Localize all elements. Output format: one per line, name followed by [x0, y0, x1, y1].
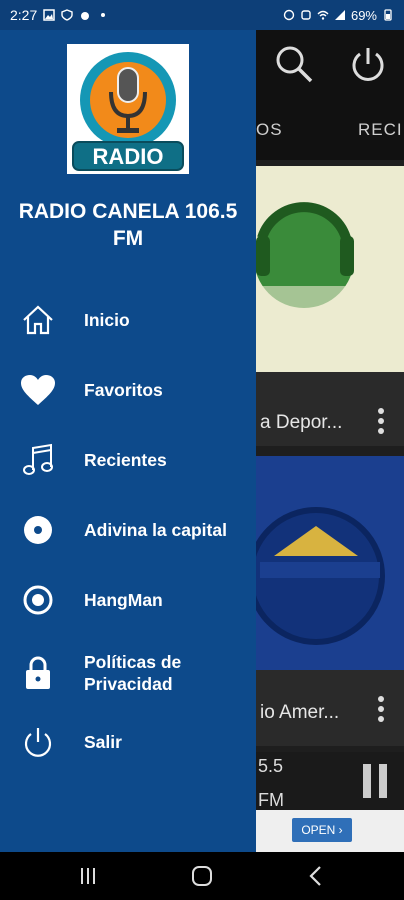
search-icon[interactable]: [274, 44, 314, 84]
bug-icon: [81, 12, 90, 20]
app-logo: RADIO: [67, 44, 189, 174]
station-card[interactable]: io Amer...: [256, 456, 404, 746]
menu-item-adivina-la-capital[interactable]: Adivina la capital: [0, 500, 256, 560]
dot-icon: [101, 13, 106, 17]
station-card[interactable]: a Depor...: [256, 166, 404, 446]
shield-icon: [61, 9, 73, 21]
system-nav-bar: [0, 852, 404, 900]
wifi-icon: [317, 10, 329, 20]
signal-icon: [334, 10, 345, 20]
status-time: 2:27: [10, 7, 38, 23]
menu-item-hangman[interactable]: HangMan: [0, 570, 256, 630]
music-note-icon: [20, 442, 56, 478]
power-icon[interactable]: [348, 44, 388, 84]
menu-label: Adivina la capital: [84, 520, 227, 540]
target-icon: [20, 582, 56, 618]
image-icon: [43, 9, 55, 21]
app-title: RADIO CANELA 106.5 FM: [18, 200, 238, 250]
tab-partial[interactable]: OS: [256, 120, 283, 140]
home-icon: [20, 302, 56, 338]
menu-item-inicio[interactable]: Inicio: [0, 290, 256, 350]
menu-item-salir[interactable]: Salir: [0, 712, 256, 772]
battery-percent: 69%: [350, 7, 377, 23]
ad-open-button[interactable]: OPEN ›: [292, 818, 352, 842]
alarm-icon: [283, 9, 295, 21]
tab-recientes[interactable]: RECI: [358, 120, 403, 140]
menu-label: Recientes: [84, 450, 167, 470]
status-bar: 2:27 69%: [0, 0, 404, 30]
station-logo-area-deportiva: [256, 166, 404, 372]
menu-label: Salir: [84, 732, 122, 752]
station-title: io Amer...: [260, 702, 340, 723]
menu-label: HangMan: [84, 590, 163, 610]
menu-label: Favoritos: [84, 380, 163, 400]
battery-icon: [384, 9, 392, 21]
lock-icon: [20, 655, 56, 691]
power-icon: [20, 724, 56, 760]
radio-microphone-icon: RADIO: [72, 52, 184, 171]
navigation-drawer: RADIO RADIO CANELA 106.5 FM Inicio Favor…: [0, 30, 256, 852]
menu-item-politicas-de-privacidad[interactable]: Políticas de Privacidad: [0, 642, 256, 704]
svg-text:RADIO: RADIO: [93, 144, 164, 169]
menu-item-recientes[interactable]: Recientes: [0, 430, 256, 490]
home-button-icon[interactable]: [190, 864, 214, 888]
pause-icon[interactable]: [360, 762, 390, 800]
sync-icon: [301, 10, 311, 20]
more-options-icon[interactable]: [378, 696, 384, 726]
back-icon[interactable]: [304, 864, 328, 888]
station-title: a Depor...: [260, 412, 343, 433]
station-logo-america: [256, 456, 404, 670]
player-frequency: 5.5: [258, 756, 284, 776]
recent-apps-icon[interactable]: [76, 864, 100, 888]
menu-label: Inicio: [84, 310, 130, 330]
heart-icon: [20, 372, 56, 408]
menu-item-favoritos[interactable]: Favoritos: [0, 360, 256, 420]
ad-banner[interactable]: OPEN ›: [256, 810, 404, 852]
more-options-icon[interactable]: [378, 408, 384, 438]
player-band: FM: [258, 790, 284, 810]
disc-icon: [20, 512, 56, 548]
menu-label: Políticas de Privacidad: [84, 652, 182, 694]
